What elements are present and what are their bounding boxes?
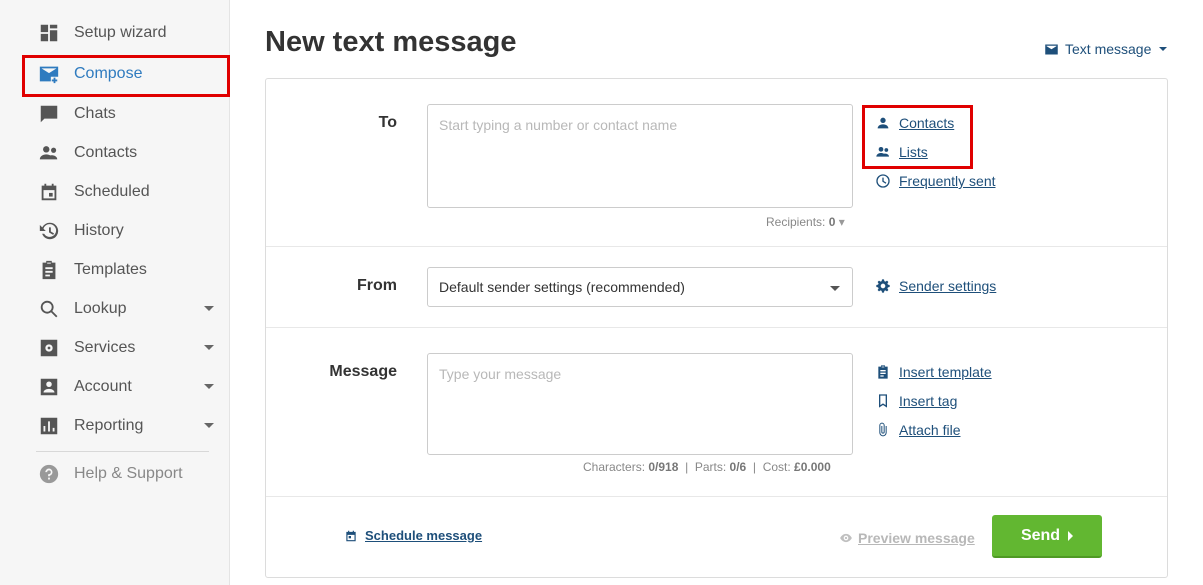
sidebar-item-label: Help & Support xyxy=(74,465,183,482)
gear-box-icon xyxy=(24,338,74,358)
compose-highlight xyxy=(22,55,230,97)
sidebar-item-account[interactable]: Account xyxy=(24,368,228,406)
clipboard-icon xyxy=(878,365,888,379)
sidebar-item-contacts[interactable]: Contacts xyxy=(24,134,228,172)
envelope-icon xyxy=(1045,44,1058,54)
to-input[interactable]: Start typing a number or contact name xyxy=(427,104,853,208)
dashboard-icon xyxy=(24,23,74,43)
frequently-sent-link[interactable]: Frequently sent xyxy=(875,173,996,189)
contacts-lists-highlight xyxy=(862,105,973,169)
chevron-down-icon xyxy=(204,306,214,311)
schedule-message-link[interactable]: Schedule message xyxy=(344,528,482,543)
sidebar-item-services[interactable]: Services xyxy=(24,329,228,367)
insert-tag-link[interactable]: Insert tag xyxy=(875,393,957,409)
sidebar-item-templates[interactable]: Templates xyxy=(24,251,228,289)
message-input[interactable]: Type your message xyxy=(427,353,853,455)
message-placeholder: Type your message xyxy=(439,366,562,382)
row-divider xyxy=(266,327,1167,328)
sidebar-item-label: Services xyxy=(74,339,136,356)
clipboard-icon xyxy=(24,260,74,280)
calendar-icon xyxy=(24,182,74,202)
message-stats: Characters: 0/918 | Parts: 0/6 | Cost: £… xyxy=(583,460,831,474)
sidebar-item-setup-wizard[interactable]: Setup wizard xyxy=(24,14,228,52)
sender-select-value: Default sender settings (recommended) xyxy=(439,279,685,295)
chevron-right-icon xyxy=(1068,530,1074,541)
search-icon xyxy=(24,299,74,319)
eye-icon xyxy=(840,533,852,543)
sender-select[interactable]: Default sender settings (recommended) xyxy=(427,267,853,307)
page-title: New text message xyxy=(265,26,517,58)
gear-icon xyxy=(876,279,890,293)
chevron-down-icon xyxy=(830,286,840,291)
message-type-label: Text message xyxy=(1065,41,1152,57)
bar-chart-icon xyxy=(24,416,74,436)
message-type-switch[interactable]: Text message xyxy=(1044,41,1168,57)
sidebar-item-help[interactable]: Help & Support xyxy=(24,455,228,493)
sidebar-item-label: Lookup xyxy=(74,300,127,317)
sidebar-item-reporting[interactable]: Reporting xyxy=(24,407,228,445)
insert-template-link[interactable]: Insert template xyxy=(875,364,992,380)
sidebar-item-label: History xyxy=(74,222,124,239)
send-button[interactable]: Send xyxy=(992,515,1102,558)
row-divider xyxy=(266,246,1167,247)
sidebar-item-label: Scheduled xyxy=(74,183,150,200)
sidebar: Setup wizard Compose Chats Contacts Sche… xyxy=(0,0,230,585)
to-placeholder: Start typing a number or contact name xyxy=(439,117,678,133)
chevron-down-icon xyxy=(204,384,214,389)
message-label: Message xyxy=(329,363,397,380)
bookmark-icon xyxy=(879,394,887,408)
account-box-icon xyxy=(24,377,74,397)
chevron-down-icon xyxy=(1159,47,1168,51)
row-divider xyxy=(266,496,1167,497)
attach-file-link[interactable]: Attach file xyxy=(875,422,960,438)
send-label: Send xyxy=(1020,526,1061,544)
chat-icon xyxy=(24,104,74,124)
sender-settings-link[interactable]: Sender settings xyxy=(875,278,996,294)
sidebar-item-chats[interactable]: Chats xyxy=(24,95,228,133)
sidebar-item-label: Chats xyxy=(74,105,116,122)
sidebar-item-label: Contacts xyxy=(74,144,138,161)
calendar-icon xyxy=(346,530,356,541)
preview-message-link[interactable]: Preview message xyxy=(839,530,975,546)
help-circle-icon xyxy=(24,464,74,484)
sidebar-item-lookup[interactable]: Lookup xyxy=(24,290,228,328)
sidebar-item-history[interactable]: History xyxy=(24,212,228,250)
sidebar-divider xyxy=(36,451,209,452)
clock-icon xyxy=(876,174,890,188)
sidebar-item-scheduled[interactable]: Scheduled xyxy=(24,173,228,211)
chevron-down-icon: ▾ xyxy=(838,215,845,229)
sidebar-item-label: Account xyxy=(74,378,132,395)
people-icon xyxy=(24,143,74,163)
chevron-down-icon xyxy=(204,423,214,428)
history-icon xyxy=(24,221,74,241)
to-label: To xyxy=(378,114,397,131)
sidebar-item-label: Reporting xyxy=(74,417,144,434)
chevron-down-icon xyxy=(204,345,214,350)
sidebar-item-label: Setup wizard xyxy=(74,24,167,41)
from-label: From xyxy=(357,277,397,294)
paperclip-icon xyxy=(879,422,887,437)
recipients-count[interactable]: Recipients: 0 ▾ xyxy=(766,215,845,229)
sidebar-item-label: Templates xyxy=(74,261,147,278)
